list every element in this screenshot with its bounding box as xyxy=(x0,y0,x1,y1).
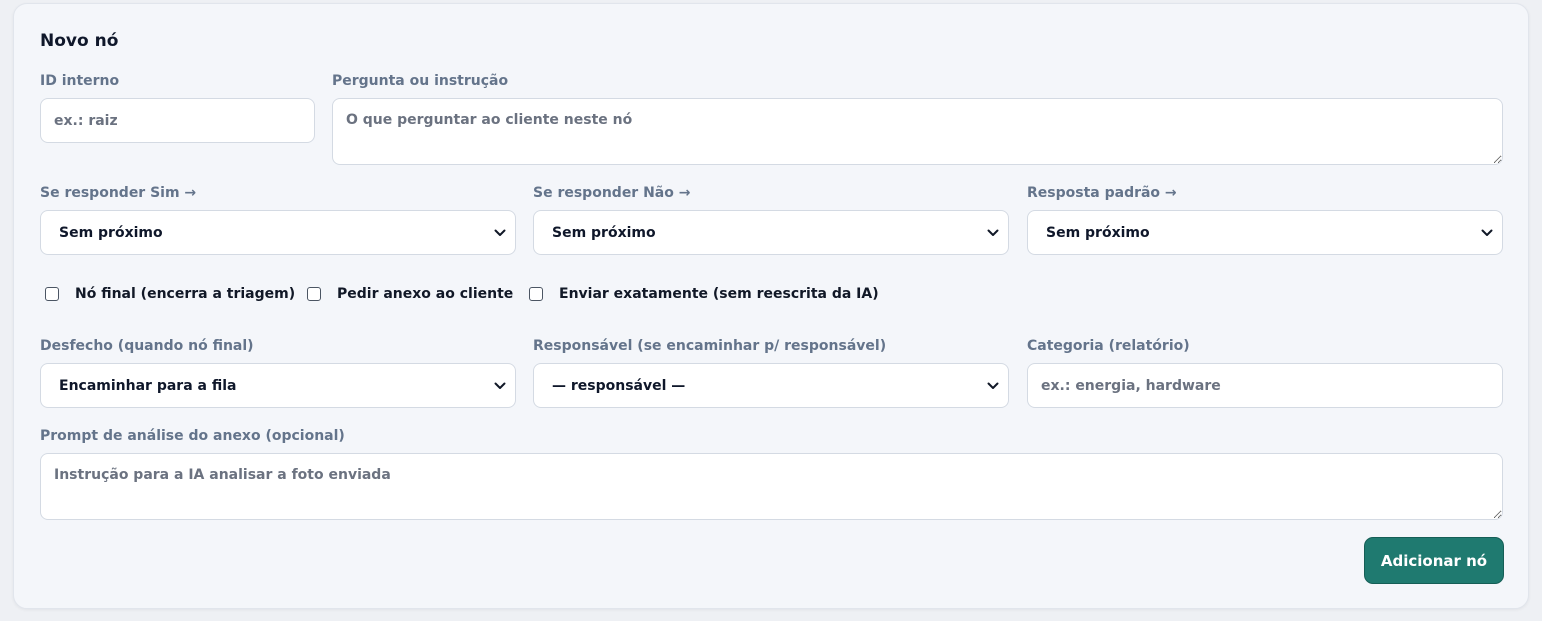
send-exact-checkbox-row[interactable]: Enviar exatamente (sem reescrita da IA) xyxy=(529,286,879,302)
outcome-value: Encaminhar para a fila xyxy=(59,377,237,394)
owner-value: — responsável — xyxy=(552,377,686,394)
prompt-textarea[interactable] xyxy=(40,453,1503,520)
owner-label: Responsável (se encaminhar p/ responsáve… xyxy=(533,338,887,354)
form-title: Novo nó xyxy=(40,31,119,51)
ask-attachment-label: Pedir anexo ao cliente xyxy=(337,286,514,302)
default-label: Resposta padrão → xyxy=(1027,185,1177,201)
add-node-button[interactable]: Adicionar nó xyxy=(1364,537,1504,584)
category-label: Categoria (relatório) xyxy=(1027,338,1190,354)
chevron-down-icon xyxy=(987,382,999,389)
final-node-label: Nó final (encerra a triagem) xyxy=(75,286,296,302)
chevron-down-icon xyxy=(494,229,506,236)
new-node-card: Novo nó ID interno Pergunta ou instrução… xyxy=(13,3,1529,609)
chevron-down-icon xyxy=(1481,229,1493,236)
question-label: Pergunta ou instrução xyxy=(332,73,509,89)
id-input[interactable] xyxy=(40,98,315,143)
ask-attachment-checkbox[interactable] xyxy=(307,287,321,301)
no-next-value: Sem próximo xyxy=(552,224,656,241)
no-next-select[interactable]: Sem próximo xyxy=(533,210,1009,255)
yes-next-select[interactable]: Sem próximo xyxy=(40,210,516,255)
chevron-down-icon xyxy=(987,229,999,236)
outcome-label: Desfecho (quando nó final) xyxy=(40,338,254,354)
id-label: ID interno xyxy=(40,73,120,89)
category-input[interactable] xyxy=(1027,363,1503,408)
yes-label: Se responder Sim → xyxy=(40,185,197,201)
prompt-label: Prompt de análise do anexo (opcional) xyxy=(40,428,345,444)
no-label: Se responder Não → xyxy=(533,185,691,201)
final-node-checkbox[interactable] xyxy=(45,287,59,301)
send-exact-checkbox[interactable] xyxy=(529,287,543,301)
question-textarea[interactable] xyxy=(332,98,1503,165)
yes-next-value: Sem próximo xyxy=(59,224,163,241)
chevron-down-icon xyxy=(494,382,506,389)
default-next-select[interactable]: Sem próximo xyxy=(1027,210,1503,255)
ask-attachment-checkbox-row[interactable]: Pedir anexo ao cliente xyxy=(307,286,513,302)
final-node-checkbox-row[interactable]: Nó final (encerra a triagem) xyxy=(45,286,295,302)
send-exact-label: Enviar exatamente (sem reescrita da IA) xyxy=(559,286,879,302)
owner-select[interactable]: — responsável — xyxy=(533,363,1009,408)
default-next-value: Sem próximo xyxy=(1046,224,1150,241)
outcome-select[interactable]: Encaminhar para a fila xyxy=(40,363,516,408)
